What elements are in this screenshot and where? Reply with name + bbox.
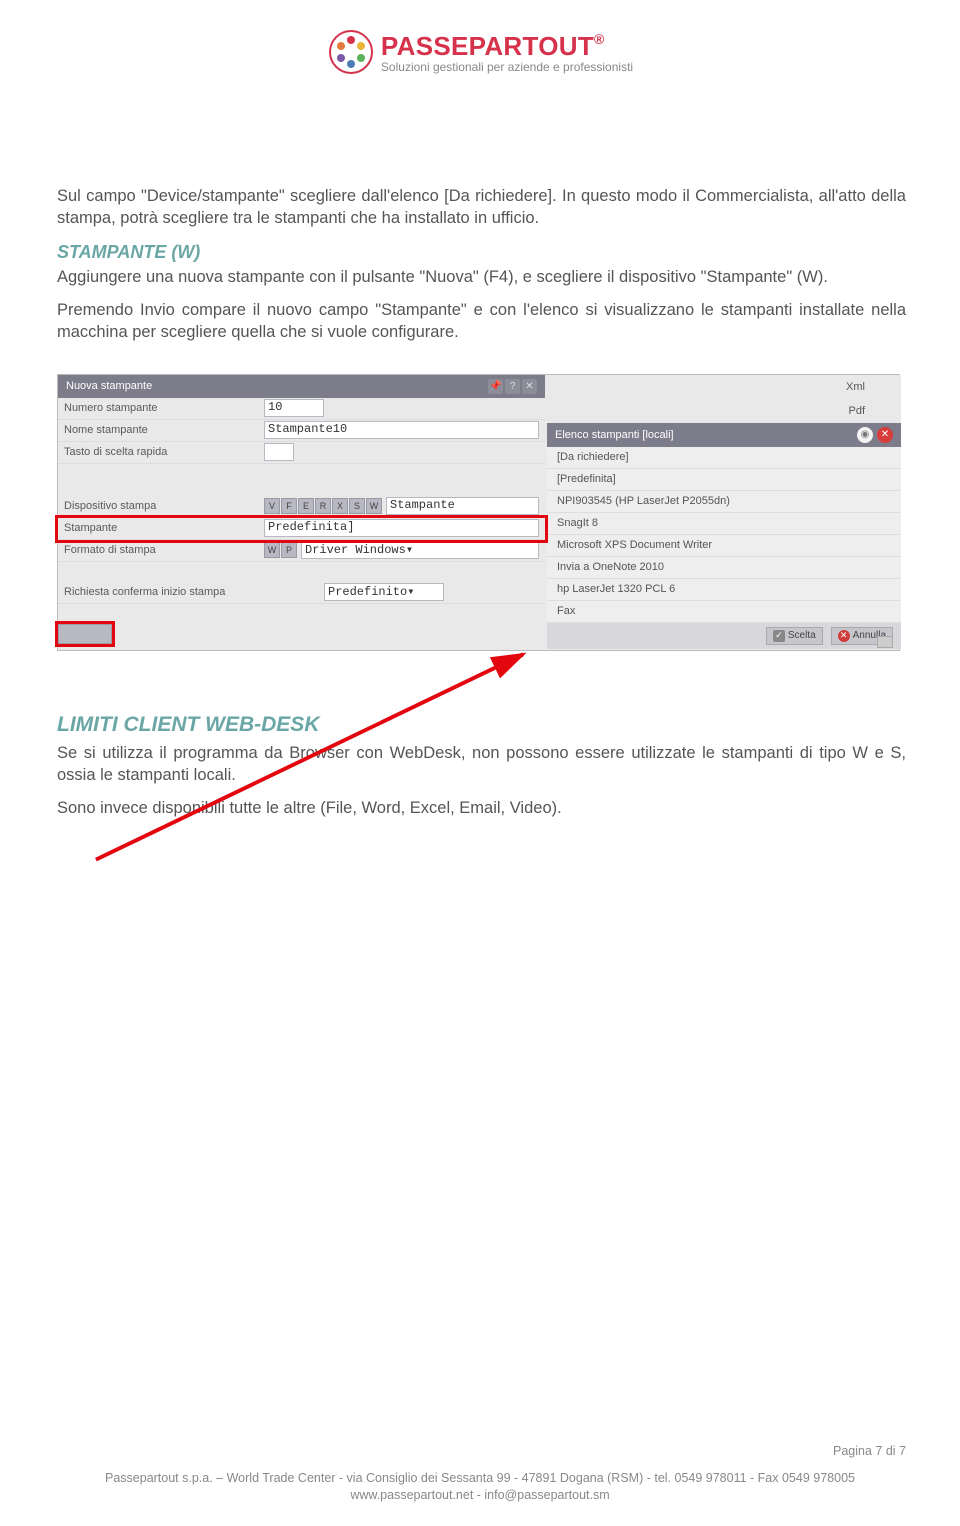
input-stampante[interactable]: Predefinita]: [264, 519, 539, 537]
close-icon[interactable]: ✕: [522, 379, 537, 394]
heading-stampante-w: STAMPANTE (W): [57, 242, 906, 263]
paragraph: Aggiungere una nuova stampante con il pu…: [57, 267, 906, 289]
input-nome-stampante[interactable]: Stampante10: [264, 421, 539, 439]
device-btn-e[interactable]: E: [298, 498, 314, 514]
printer-form: Nuova stampante 📌 ? ✕ Numero stampante 1…: [58, 375, 545, 650]
dropdown-footer: ✓Scelta ✕Annulla: [547, 623, 901, 649]
input-formato[interactable]: Driver Windows▾: [301, 541, 539, 559]
input-richiesta-conferma[interactable]: Predefinito▾: [324, 583, 444, 601]
printer-option[interactable]: Microsoft XPS Document Writer: [547, 535, 901, 557]
device-btn-f[interactable]: F: [281, 498, 297, 514]
logo-area: PASSEPARTOUT® Soluzioni gestionali per a…: [327, 28, 633, 76]
dropdown-header: Elenco stampanti [locali] ◉ ✕: [547, 423, 901, 447]
resize-handle-icon[interactable]: [877, 636, 893, 648]
formato-btn-w[interactable]: W: [264, 542, 280, 558]
paragraph: Sono invece disponibili tutte le altre (…: [57, 798, 906, 820]
label-nome-stampante: Nome stampante: [64, 424, 264, 436]
label-tasto-scelta: Tasto di scelta rapida: [64, 446, 264, 458]
device-btn-s[interactable]: S: [349, 498, 365, 514]
device-btn-v[interactable]: V: [264, 498, 280, 514]
brand-logo-icon: [327, 28, 375, 76]
printer-option[interactable]: NPI903545 (HP LaserJet P2055dn): [547, 491, 901, 513]
footer-line-2: www.passepartout.net - info@passepartout…: [0, 1487, 960, 1504]
input-tasto-scelta[interactable]: [264, 443, 294, 461]
printer-option[interactable]: Invia a OneNote 2010: [547, 557, 901, 579]
paragraph: Premendo Invio compare il nuovo campo "S…: [57, 300, 906, 344]
paragraph: Sul campo "Device/stampante" scegliere d…: [57, 186, 906, 230]
input-numero-stampante[interactable]: 10: [264, 399, 324, 417]
close-icon[interactable]: ✕: [877, 427, 893, 443]
radio-icon[interactable]: ◉: [857, 427, 873, 443]
brand-name: PASSEPARTOUT®: [381, 31, 633, 62]
label-formato: Formato di stampa: [64, 544, 264, 556]
printer-option[interactable]: SnagIt 8: [547, 513, 901, 535]
footer-line-1: Passepartout s.p.a. – World Trade Center…: [0, 1470, 960, 1487]
formato-btn-p[interactable]: P: [281, 542, 297, 558]
label-stampante: Stampante: [64, 522, 264, 534]
formato-buttons: W P: [264, 542, 297, 558]
device-btn-r[interactable]: R: [315, 498, 331, 514]
page-header: PASSEPARTOUT® Soluzioni gestionali per a…: [0, 0, 960, 81]
scelta-button[interactable]: ✓Scelta: [766, 627, 823, 645]
paragraph: Se si utilizza il programma da Browser c…: [57, 743, 906, 787]
page-number: Pagina 7 di 7: [0, 1443, 960, 1470]
pin-icon[interactable]: 📌: [488, 379, 503, 394]
right-panel: Xml Pdf Elenco stampanti [locali] ◉ ✕ [D…: [547, 375, 901, 649]
help-icon[interactable]: ?: [505, 379, 520, 394]
row-stampante-highlighted: Stampante Predefinita]: [58, 518, 545, 540]
document-body: Sul campo "Device/stampante" scegliere d…: [0, 81, 960, 820]
printer-option[interactable]: [Da richiedere]: [547, 447, 901, 469]
dropdown-title: Elenco stampanti [locali]: [555, 429, 674, 441]
label-dispositivo: Dispositivo stampa: [64, 500, 264, 512]
elenco-button-highlighted[interactable]: [58, 624, 112, 644]
option-xml[interactable]: Xml: [547, 375, 901, 399]
window-title: Nuova stampante: [66, 380, 152, 392]
input-dispositivo[interactable]: Stampante: [386, 497, 539, 515]
embedded-screenshot: Nuova stampante 📌 ? ✕ Numero stampante 1…: [57, 374, 900, 651]
dispositivo-buttons: V F E R X S W: [264, 498, 382, 514]
printer-option[interactable]: hp LaserJet 1320 PCL 6: [547, 579, 901, 601]
page-footer: Pagina 7 di 7 Passepartout s.p.a. – Worl…: [0, 1443, 960, 1504]
printer-option[interactable]: Fax: [547, 601, 901, 623]
device-btn-x[interactable]: X: [332, 498, 348, 514]
window-title-bar: Nuova stampante 📌 ? ✕: [58, 375, 545, 398]
device-btn-w[interactable]: W: [366, 498, 382, 514]
brand-tagline: Soluzioni gestionali per aziende e profe…: [381, 60, 633, 74]
label-richiesta-conferma: Richiesta conferma inizio stampa: [64, 586, 324, 598]
heading-limiti: LIMITI CLIENT WEB-DESK: [57, 713, 906, 737]
printer-option[interactable]: [Predefinita]: [547, 469, 901, 491]
label-numero-stampante: Numero stampante: [64, 402, 264, 414]
option-pdf[interactable]: Pdf: [547, 399, 901, 423]
